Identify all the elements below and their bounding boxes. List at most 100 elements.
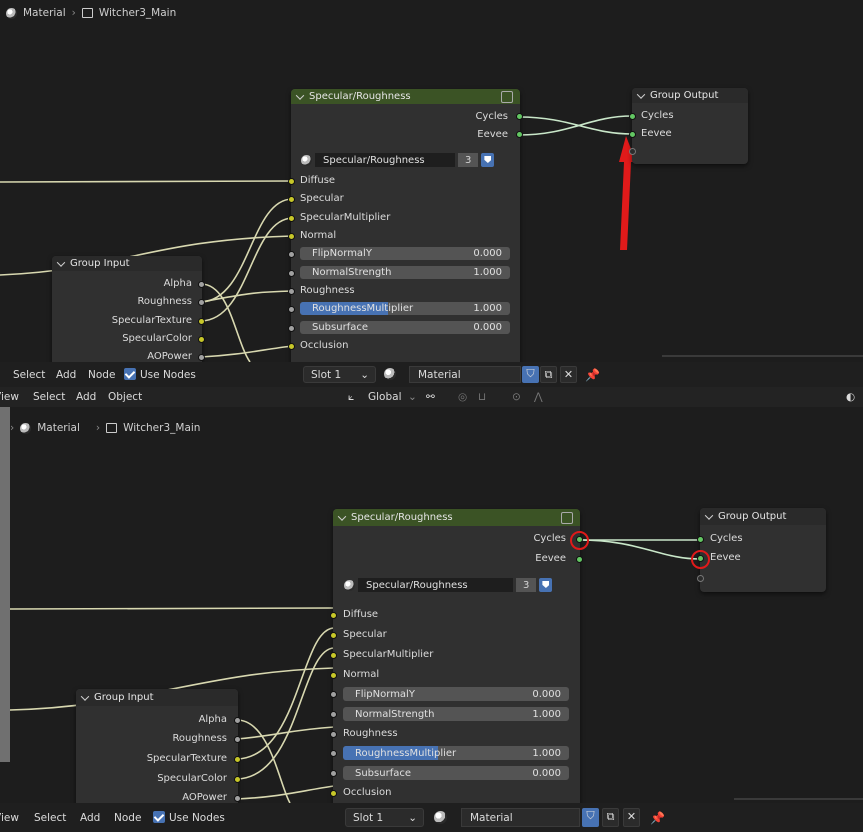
- pin-icon[interactable]: 📌: [650, 811, 665, 825]
- input-roughness-socket[interactable]: [330, 731, 337, 738]
- group-output-empty-socket[interactable]: [697, 575, 704, 582]
- flipnormaly-field[interactable]: FlipNormalY 0.000: [343, 687, 569, 701]
- menu-select[interactable]: Select: [34, 812, 66, 824]
- breadcrumb-material[interactable]: Material: [37, 422, 80, 434]
- menu-select-3d[interactable]: Select: [33, 391, 65, 403]
- output-cycles-socket[interactable]: [516, 113, 523, 120]
- group-output-cycles-socket[interactable]: [697, 536, 704, 543]
- roughnessmultiplier-field[interactable]: RoughnessMultiplier 1.000: [343, 746, 569, 760]
- collapse-icon[interactable]: [295, 90, 305, 100]
- falloff-icon[interactable]: ⋀: [534, 391, 543, 403]
- input-specular-socket[interactable]: [330, 632, 337, 639]
- flipnormaly-field[interactable]: FlipNormalY 0.000: [300, 247, 510, 260]
- horizontal-scrollbar[interactable]: [734, 798, 863, 800]
- snap-icon[interactable]: ◎: [458, 391, 467, 403]
- group-output-empty-socket[interactable]: [629, 148, 636, 155]
- transform-orientation-dropdown[interactable]: Global: [368, 391, 402, 403]
- group-output-header[interactable]: Group Output: [700, 508, 826, 525]
- pivot-icon[interactable]: ⚯: [426, 391, 435, 403]
- group-input-header[interactable]: Group Input: [52, 256, 202, 271]
- duplicate-material-button[interactable]: ⧉: [602, 808, 619, 827]
- use-nodes-checkbox[interactable]: Use Nodes: [153, 811, 225, 824]
- menu-add[interactable]: Add: [80, 812, 100, 824]
- material-name-field[interactable]: Material: [461, 808, 580, 827]
- input-normal-socket[interactable]: [330, 672, 337, 679]
- input-specular-socket[interactable]: [288, 196, 295, 203]
- node-header[interactable]: Specular/Roughness: [333, 509, 580, 526]
- input-subsurface-socket[interactable]: [330, 770, 337, 777]
- menu-node[interactable]: Node: [88, 369, 115, 381]
- group-input-roughness-socket[interactable]: [198, 299, 205, 306]
- input-roughnessmultiplier-socket[interactable]: [288, 306, 295, 313]
- subsurface-field[interactable]: Subsurface 0.000: [343, 766, 569, 780]
- node-editor-bottom[interactable]: › Material › Witcher3_Main Specular/Roug…: [0, 407, 863, 803]
- group-input-header[interactable]: Group Input: [76, 689, 238, 706]
- node-group-browse-icon[interactable]: [344, 579, 355, 591]
- group-input-specularcolor-socket[interactable]: [234, 776, 241, 783]
- node-group-selector[interactable]: Specular/Roughness 3: [301, 153, 495, 167]
- node-group-browse-icon[interactable]: [301, 154, 312, 166]
- breadcrumb-group[interactable]: Witcher3_Main: [123, 422, 200, 434]
- specular-roughness-node[interactable]: Specular/Roughness Cycles Eevee Specular…: [288, 89, 523, 362]
- node-group-users[interactable]: 3: [516, 578, 537, 592]
- use-nodes-checkbox[interactable]: Use Nodes: [124, 368, 196, 381]
- collapse-icon[interactable]: [704, 510, 714, 520]
- input-diffuse-socket[interactable]: [330, 612, 337, 619]
- normalstrength-field[interactable]: NormalStrength 1.000: [300, 266, 510, 279]
- normalstrength-field[interactable]: NormalStrength 1.000: [343, 707, 569, 721]
- slot-dropdown[interactable]: Slot 1 ⌄: [303, 366, 376, 383]
- pin-icon[interactable]: 📌: [585, 368, 600, 382]
- group-output-header[interactable]: Group Output: [632, 88, 748, 103]
- node-group-selector[interactable]: Specular/Roughness 3: [344, 578, 553, 592]
- input-normalstrength-socket[interactable]: [288, 270, 295, 277]
- menu-add[interactable]: Add: [56, 369, 76, 381]
- group-input-node[interactable]: Group Input Alpha Roughness SpecularText…: [52, 256, 205, 362]
- group-input-specularcolor-socket[interactable]: [198, 336, 205, 343]
- collapse-icon[interactable]: [337, 511, 347, 521]
- node-group-users[interactable]: 3: [458, 153, 479, 167]
- menu-object[interactable]: Object: [108, 391, 142, 403]
- group-output-node[interactable]: Group Output Cycles Eevee: [629, 88, 748, 164]
- unlink-material-button[interactable]: ✕: [560, 366, 577, 383]
- group-output-cycles-socket[interactable]: [629, 113, 636, 120]
- transform-orientation-icon[interactable]: ⟀: [348, 391, 354, 404]
- menu-select[interactable]: Select: [13, 369, 45, 381]
- group-input-speculartexture-socket[interactable]: [234, 756, 241, 763]
- group-output-node[interactable]: Group Output Cycles Eevee: [697, 508, 826, 592]
- node-group-name[interactable]: Specular/Roughness: [315, 153, 455, 167]
- group-output-eevee-socket[interactable]: [629, 131, 636, 138]
- group-input-roughness-socket[interactable]: [234, 736, 241, 743]
- group-input-node[interactable]: Group Input Alpha Roughness SpecularText…: [76, 689, 241, 803]
- breadcrumb-material[interactable]: Material: [23, 7, 66, 19]
- slot-dropdown[interactable]: Slot 1 ⌄: [345, 808, 424, 827]
- group-input-alpha-socket[interactable]: [198, 281, 205, 288]
- snap-target-icon[interactable]: ⊔: [478, 391, 486, 403]
- collapse-icon[interactable]: [80, 691, 90, 701]
- input-roughness-socket[interactable]: [288, 288, 295, 295]
- node-header[interactable]: Specular/Roughness: [291, 89, 520, 104]
- fake-user-icon[interactable]: [539, 578, 553, 592]
- unlink-material-button[interactable]: ✕: [623, 808, 640, 827]
- output-eevee-socket[interactable]: [576, 556, 583, 563]
- input-specular-multiplier-socket[interactable]: [330, 652, 337, 659]
- node-group-name[interactable]: Specular/Roughness: [358, 578, 513, 592]
- group-input-aopower-socket[interactable]: [234, 795, 241, 802]
- roughnessmultiplier-field[interactable]: RoughnessMultiplier 1.000: [300, 302, 510, 315]
- fake-user-toggle[interactable]: ⛉: [522, 366, 539, 383]
- group-input-speculartexture-socket[interactable]: [198, 318, 205, 325]
- collapse-icon[interactable]: [56, 257, 66, 267]
- input-roughnessmultiplier-socket[interactable]: [330, 750, 337, 757]
- horizontal-scrollbar[interactable]: [662, 355, 863, 357]
- group-input-alpha-socket[interactable]: [234, 717, 241, 724]
- input-specular-multiplier-socket[interactable]: [288, 215, 295, 222]
- fake-user-toggle[interactable]: ⛉: [582, 808, 599, 827]
- material-browse-icon[interactable]: [434, 811, 447, 827]
- subsurface-field[interactable]: Subsurface 0.000: [300, 321, 510, 334]
- input-diffuse-socket[interactable]: [288, 178, 295, 185]
- overlay-icon[interactable]: ◐: [846, 391, 855, 403]
- collapse-icon[interactable]: [636, 89, 646, 99]
- group-input-aopower-socket[interactable]: [198, 354, 205, 361]
- material-name-field[interactable]: Material: [409, 366, 521, 383]
- breadcrumb-group[interactable]: Witcher3_Main: [99, 7, 176, 19]
- output-eevee-socket[interactable]: [516, 131, 523, 138]
